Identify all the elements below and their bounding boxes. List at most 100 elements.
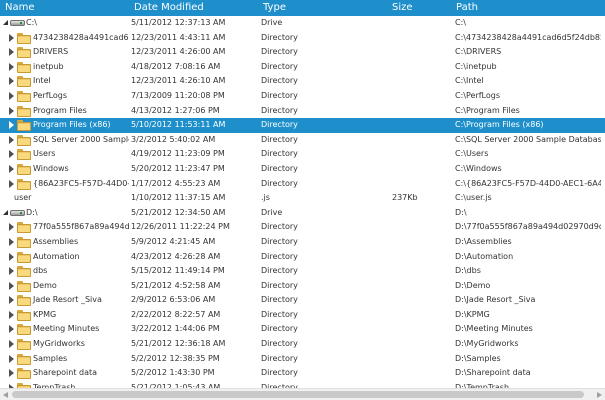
date-cell: 12/23/2011 4:26:00 AM — [131, 47, 226, 57]
collapsed-arrow-icon[interactable] — [9, 135, 14, 144]
folder-icon — [17, 353, 31, 365]
path-cell: C:\Intel — [455, 76, 484, 86]
path-cell: C:\user.js — [455, 193, 492, 203]
folder-row[interactable]: TempTrash 5/21/2012 1:05:43 AM Directory D:… — [0, 381, 605, 388]
drive-row[interactable]: D:\ 5/21/2012 12:34:50 AM Drive D:\ — [0, 206, 605, 221]
folder-row[interactable]: 4734238428a4491cad6d5f...12/23/2011 4:43… — [0, 31, 605, 46]
column-header-type[interactable]: Type — [258, 0, 286, 16]
collapsed-arrow-icon[interactable] — [9, 223, 14, 232]
folder-row[interactable]: DRIVERS 12/23/2011 4:26:00 AM Directory C:\… — [0, 45, 605, 60]
path-cell: D:\Jade Resort _Siva — [455, 295, 536, 305]
scroll-left-icon[interactable] — [3, 392, 8, 398]
folder-icon — [17, 32, 31, 44]
date-cell: 5/2/2012 1:43:30 PM — [131, 368, 215, 378]
folder-row[interactable]: Demo 5/21/2012 4:52:58 AM Directory D:\Demo — [0, 279, 605, 294]
path-cell: C:\DRIVERS — [455, 47, 502, 57]
type-cell: Directory — [261, 163, 298, 173]
drive-row[interactable]: C:\ 5/11/2012 12:37:13 AM Drive C:\ — [0, 16, 605, 31]
collapsed-arrow-icon[interactable] — [9, 164, 14, 173]
collapsed-arrow-icon[interactable] — [9, 281, 14, 290]
path-cell: D:\TempTrash — [455, 382, 510, 388]
collapsed-arrow-icon[interactable] — [9, 310, 14, 319]
folder-row[interactable]: Jade Resort _Siva 2/9/2012 6:53:06 AM Dire… — [0, 293, 605, 308]
size-cell — [392, 250, 450, 265]
horizontal-scrollbar[interactable] — [0, 388, 605, 400]
collapsed-arrow-icon[interactable] — [9, 252, 14, 261]
folder-row[interactable]: MyGridworks 5/21/2012 12:36:18 AM Director… — [0, 337, 605, 352]
collapsed-arrow-icon[interactable] — [9, 48, 14, 57]
size-cell — [392, 352, 450, 367]
collapsed-arrow-icon[interactable] — [9, 121, 14, 130]
folder-row[interactable]: {86A23FC5-F57D-44D0-AE1...1/17/2012 4:55… — [0, 177, 605, 192]
type-cell: Directory — [261, 295, 298, 305]
collapsed-arrow-icon[interactable] — [9, 237, 14, 246]
name-cell: TempTrash — [0, 381, 129, 388]
name-cell: Program Files — [0, 104, 129, 119]
collapsed-arrow-icon[interactable] — [9, 369, 14, 378]
collapsed-arrow-icon[interactable] — [9, 106, 14, 115]
collapsed-arrow-icon[interactable] — [9, 33, 14, 42]
name-cell: Samples — [0, 352, 129, 367]
scroll-right-icon[interactable] — [597, 392, 602, 398]
folder-row[interactable]: SQL Server 2000 Sample D...3/2/2012 5:40… — [0, 133, 605, 148]
name-cell: Program Files (x86) — [0, 118, 129, 133]
name-cell: SQL Server 2000 Sample D... — [0, 133, 129, 148]
column-header-path[interactable]: Path — [451, 0, 478, 16]
expanded-arrow-icon[interactable] — [3, 20, 8, 25]
folder-row[interactable]: Program Files (x86) 5/10/2012 11:53:11 AM… — [0, 118, 605, 133]
name-cell: Assemblies — [0, 235, 129, 250]
date-cell: 1/17/2012 4:55:23 AM — [131, 178, 221, 188]
folder-row[interactable]: Users 4/19/2012 11:23:09 PM Directory C:\Us… — [0, 147, 605, 162]
scrollbar-thumb[interactable] — [12, 391, 584, 398]
collapsed-arrow-icon[interactable] — [9, 354, 14, 363]
item-name: KPMG — [33, 309, 57, 319]
type-cell: Directory — [261, 76, 298, 86]
size-cell — [392, 147, 450, 162]
folder-icon — [17, 295, 31, 307]
drive-icon — [10, 20, 25, 26]
collapsed-arrow-icon[interactable] — [9, 179, 14, 188]
size-cell — [392, 308, 450, 323]
folder-row[interactable]: Samples 5/2/2012 12:38:35 PM Directory D:\S… — [0, 352, 605, 367]
folder-row[interactable]: Windows 5/20/2012 11:23:47 PM Directory C:\… — [0, 162, 605, 177]
folder-row[interactable]: inetpub 4/18/2012 7:08:16 AM Directory C:\i… — [0, 60, 605, 75]
folder-row[interactable]: Program Files 4/13/2012 1:27:06 PM Directo… — [0, 104, 605, 119]
item-name: Users — [33, 149, 56, 159]
date-cell: 12/23/2011 4:43:11 AM — [131, 32, 226, 42]
type-cell: Directory — [261, 47, 298, 57]
folder-icon — [17, 105, 31, 117]
collapsed-arrow-icon[interactable] — [9, 150, 14, 159]
expanded-arrow-icon[interactable] — [3, 209, 8, 215]
path-cell: D:\Assemblies — [455, 236, 512, 246]
item-name: Jade Resort _Siva — [33, 295, 102, 305]
type-cell: Directory — [261, 32, 298, 42]
collapsed-arrow-icon[interactable] — [9, 340, 14, 349]
path-cell: C:\ — [455, 18, 466, 27]
folder-row[interactable]: PerfLogs 7/13/2009 11:20:08 PM Directory C:… — [0, 89, 605, 104]
name-cell: inetpub — [0, 60, 129, 75]
column-header-date-modified[interactable]: Date Modified — [129, 0, 204, 16]
folder-row[interactable]: KPMG 2/22/2012 8:22:57 AM Directory D:\KPMG — [0, 308, 605, 323]
type-cell: Directory — [261, 382, 298, 388]
file-row[interactable]: user 1/10/2012 11:37:15 AM .js 237Kb C:\user… — [0, 191, 605, 206]
collapsed-arrow-icon[interactable] — [9, 267, 14, 276]
column-header-size[interactable]: Size — [387, 0, 413, 16]
date-cell: 4/19/2012 11:23:09 PM — [131, 149, 225, 159]
folder-row[interactable]: 77f0a555f867a89a494d029...12/26/2011 11:… — [0, 220, 605, 235]
collapsed-arrow-icon[interactable] — [9, 62, 14, 71]
folder-row[interactable]: Assemblies 5/9/2012 4:21:45 AM Directory D:… — [0, 235, 605, 250]
folder-row[interactable]: Sharepoint data 5/2/2012 1:43:30 PM Direct… — [0, 366, 605, 381]
collapsed-arrow-icon[interactable] — [9, 325, 14, 334]
folder-row[interactable]: Intel 12/23/2011 4:26:10 AM Directory C:\In… — [0, 74, 605, 89]
folder-row[interactable]: Meeting Minutes 3/22/2012 1:44:06 PM Direc… — [0, 322, 605, 337]
size-cell — [392, 322, 450, 337]
size-cell — [392, 162, 450, 177]
collapsed-arrow-icon[interactable] — [9, 296, 14, 305]
name-cell: {86A23FC5-F57D-44D0-AE1... — [0, 177, 129, 192]
collapsed-arrow-icon[interactable] — [9, 91, 14, 100]
collapsed-arrow-icon[interactable] — [9, 77, 14, 86]
folder-row[interactable]: Automation 4/23/2012 4:26:28 AM Directory D… — [0, 250, 605, 265]
folder-row[interactable]: dbs 5/15/2012 11:49:14 PM Directory D:\dbs — [0, 264, 605, 279]
column-header-name[interactable]: Name — [0, 0, 35, 16]
date-cell: 5/21/2012 1:05:43 AM — [131, 382, 221, 388]
